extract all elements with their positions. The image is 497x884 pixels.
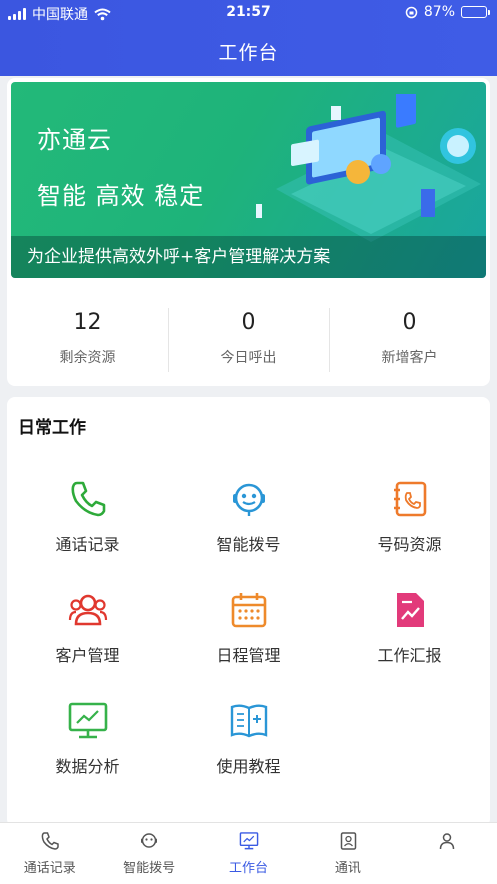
- orientation-lock-icon: [405, 6, 418, 18]
- work-item-tutorial[interactable]: 使用教程: [168, 701, 329, 777]
- work-item-smart-dial[interactable]: 智能拨号: [168, 479, 329, 555]
- work-item-label: 数据分析: [55, 757, 120, 776]
- work-item-label: 号码资源: [377, 535, 442, 554]
- work-item-customer-management[interactable]: 客户管理: [7, 590, 168, 666]
- report-icon: [396, 593, 424, 627]
- work-item-label: 智能拨号: [216, 535, 281, 554]
- stat-new-customers[interactable]: 0 新增客户: [329, 304, 490, 372]
- summary-card: 亦通云 智能 高效 稳定 为企业提供高效外呼+客户管理解决方案 12 剩余资源 …: [7, 78, 490, 386]
- stat-value: 0: [241, 310, 256, 335]
- tab-contacts[interactable]: 通讯: [298, 823, 397, 884]
- section-title: 日常工作: [18, 418, 86, 438]
- page-title: 工作台: [218, 42, 279, 64]
- status-bar: 中国联通 21:57 87%: [0, 0, 497, 26]
- stat-value: 12: [73, 310, 102, 335]
- stat-label: 剩余资源: [59, 350, 116, 366]
- banner-title: 亦通云: [37, 126, 112, 154]
- number-book-icon: [393, 481, 426, 517]
- tab-workbench[interactable]: 工作台: [199, 823, 298, 884]
- work-item-label: 工作汇报: [377, 646, 442, 665]
- work-item-label: 使用教程: [216, 757, 281, 776]
- phone-icon: [41, 832, 59, 850]
- tab-label: 智能拨号: [123, 861, 176, 876]
- tab-smart-dial[interactable]: 智能拨号: [99, 823, 198, 884]
- monitor-icon: [239, 832, 258, 850]
- contacts-icon: [340, 832, 357, 850]
- headset-robot-icon: [232, 483, 265, 516]
- stat-label: 新增客户: [381, 350, 438, 366]
- work-item-schedule-management[interactable]: 日程管理: [168, 590, 329, 666]
- daily-work-card: 日常工作 通话记录 智能拨号 号码资源 客户管理 日程管理 工作汇报 数据分析 …: [7, 397, 490, 827]
- stat-remaining-resources[interactable]: 12 剩余资源: [7, 304, 168, 370]
- work-item-label: 日程管理: [216, 646, 281, 665]
- work-item-label: 客户管理: [55, 646, 120, 665]
- stat-label: 今日呼出: [220, 350, 277, 366]
- tab-label: 通话记录: [23, 861, 76, 876]
- user-icon: [440, 833, 455, 850]
- work-item-label: 通话记录: [55, 535, 120, 554]
- stat-value: 0: [402, 310, 417, 335]
- battery-icon: [461, 6, 490, 18]
- customers-icon: [68, 594, 107, 626]
- work-item-work-report[interactable]: 工作汇报: [329, 590, 490, 666]
- work-item-call-records[interactable]: 通话记录: [7, 479, 168, 555]
- battery-percent: 87%: [423, 4, 455, 20]
- bottom-tab-bar: 通话记录 智能拨号 工作台 通讯: [0, 822, 497, 884]
- book-icon: [230, 704, 267, 738]
- banner-caption: 为企业提供高效外呼+客户管理解决方案: [11, 236, 486, 278]
- calendar-icon: [231, 593, 266, 628]
- tab-call-records[interactable]: 通话记录: [0, 823, 99, 884]
- stat-today-calls[interactable]: 0 今日呼出: [168, 304, 329, 372]
- promo-banner[interactable]: 亦通云 智能 高效 稳定 为企业提供高效外呼+客户管理解决方案: [11, 82, 486, 278]
- tab-label: 通讯: [334, 861, 361, 876]
- tab-profile[interactable]: [398, 823, 497, 884]
- phone-icon: [71, 481, 105, 517]
- stats-row: 12 剩余资源 0 今日呼出 0 新增客户: [7, 304, 490, 372]
- chart-monitor-icon: [68, 702, 107, 739]
- app-header: 中国联通 21:57 87% 工作台: [0, 0, 497, 76]
- work-item-number-resources[interactable]: 号码资源: [329, 479, 490, 555]
- tab-label: 工作台: [229, 861, 269, 876]
- banner-illustration: [256, 94, 481, 242]
- status-right: 87%: [405, 4, 490, 20]
- headset-robot-icon: [141, 833, 158, 848]
- banner-slogan: 智能 高效 稳定: [37, 182, 205, 210]
- work-item-data-analysis[interactable]: 数据分析: [7, 701, 168, 777]
